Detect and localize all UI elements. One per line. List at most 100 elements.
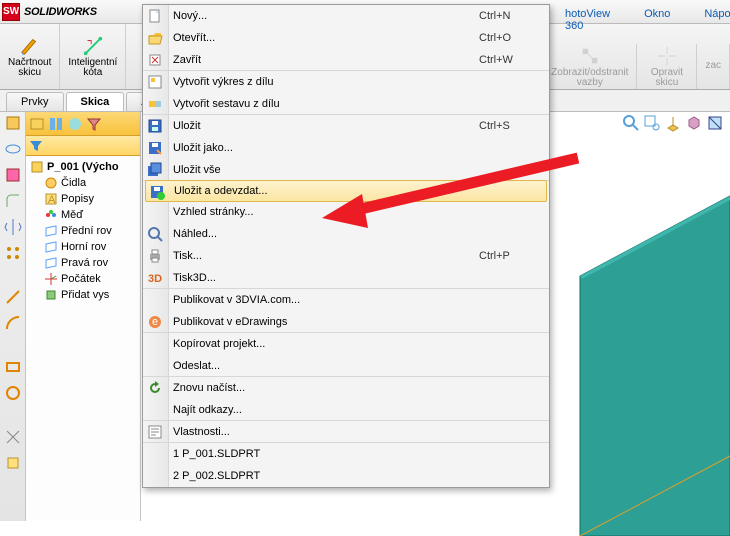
menu-item-label: Tisk3D... [173,272,549,284]
menu-item-ulo-it-a-odevzdat[interactable]: Uložit a odevzdat... [145,180,547,202]
tree-item-annotations[interactable]: A Popisy [28,191,139,207]
tab-sketch[interactable]: Skica [66,92,125,111]
menu-item-naj-t-odkazy[interactable]: Najít odkazy... [143,399,549,421]
zac-button[interactable]: zac [697,44,730,89]
dimension-icon [82,35,104,57]
menu-item-label: Uložit [173,120,479,132]
edraw-icon: e [147,314,163,330]
dimension-tool[interactable]: Inteligentní kóta [60,24,126,89]
menu-item-shortcut: Ctrl+W [479,54,549,66]
menu-item-label: Najít odkazy... [173,404,549,416]
new-icon [147,8,163,24]
menu-item-1-p-001-sldprt[interactable]: 1 P_001.SLDPRT [143,443,549,465]
origin-icon [44,272,58,286]
display-icon[interactable] [67,116,83,132]
print3d-icon: 3D [147,270,163,286]
fillet-icon[interactable] [4,192,22,210]
menu-help[interactable]: Nápověda [694,4,730,32]
config-icon[interactable] [48,116,64,132]
menu-item-publikovat-v-3dvia-com[interactable]: Publikovat v 3DVIA.com... [143,289,549,311]
menu-item-label: Publikovat v 3DVIA.com... [173,294,549,306]
tree-item-add[interactable]: Přidat vys [28,287,139,303]
arc-icon[interactable] [4,314,22,332]
menu-item-label: Odeslat... [173,360,549,372]
menu-item-label: Vytvořit výkres z dílu [173,76,549,88]
menu-item-n-hled[interactable]: Náhled... [143,223,549,245]
pattern-icon[interactable] [4,244,22,262]
tab-features[interactable]: Prvky [6,92,64,111]
tree-item-top-plane[interactable]: Horní rov [28,239,139,255]
tree-item-origin[interactable]: Počátek [28,271,139,287]
sensor-icon [44,176,58,190]
tree-item-material[interactable]: Měď [28,207,139,223]
rect-icon[interactable] [4,358,22,376]
annotation-icon: A [44,192,58,206]
menu-item-vzhled-str-nky[interactable]: Vzhled stránky... [143,201,549,223]
circle-icon[interactable] [4,384,22,402]
menu-item-vlastnosti[interactable]: Vlastnosti... [143,421,549,443]
line-icon[interactable] [4,288,22,306]
saveall-icon [147,162,163,178]
constraint-icon [579,45,601,67]
blank-icon [147,358,163,374]
menu-item-vytvo-it-sestavu-z-d-lu[interactable]: Vytvořit sestavu z dílu [143,93,549,115]
view-cube-icon[interactable] [685,114,703,132]
menu-item-label: Uložit a odevzdat... [174,185,546,197]
menu-item-label: Vlastnosti... [173,426,549,438]
menu-item-ulo-it[interactable]: UložitCtrl+S [143,115,549,137]
menu-item-tisk[interactable]: Tisk...Ctrl+P [143,245,549,267]
menu-item-kop-rovat-projekt[interactable]: Kopírovat projekt... [143,333,549,355]
section-icon[interactable] [706,114,724,132]
print-icon [147,248,163,264]
menu-item-label: Tisk... [173,250,479,262]
plane-icon [44,240,58,254]
menu-item-nov[interactable]: Nový...Ctrl+N [143,5,549,27]
tree-item-sensors[interactable]: Čidla [28,175,139,191]
tree-item-right-plane[interactable]: Pravá rov [28,255,139,271]
svg-text:A: A [48,194,56,206]
orientation-icon[interactable] [664,114,682,132]
zoom-area-icon[interactable] [643,114,661,132]
menu-item-label: Náhled... [173,228,549,240]
menu-item-label: Zavřít [173,54,479,66]
cut-icon[interactable] [4,166,22,184]
menu-item-label: Nový... [173,10,479,22]
menu-item-label: 1 P_001.SLDPRT [173,448,549,460]
blank-icon [147,468,163,484]
menu-item-ulo-it-v-e[interactable]: Uložit vše [143,159,549,181]
blank-icon [147,446,163,462]
plane-icon [44,224,58,238]
part-icon[interactable] [29,116,45,132]
repair-sketch-button[interactable]: Opravit skicu [637,44,697,89]
menu-window[interactable]: Okno [634,4,680,32]
extrude-feature-icon [44,288,58,302]
menu-item-ulo-it-jako[interactable]: Uložit jako... [143,137,549,159]
zoom-fit-icon[interactable] [622,114,640,132]
menu-item-2-p-002-sldprt[interactable]: 2 P_002.SLDPRT [143,465,549,487]
revolve-icon[interactable] [4,140,22,158]
menu-item-odeslat[interactable]: Odeslat... [143,355,549,377]
convert-icon[interactable] [4,454,22,472]
tree-root[interactable]: P_001 (Výcho [28,159,139,175]
trim-icon[interactable] [4,428,22,446]
menu-item-label: Uložit vše [173,164,549,176]
menu-item-vytvo-it-v-kres-z-d-lu[interactable]: Vytvořit výkres z dílu [143,71,549,93]
filter-funnel-icon[interactable] [86,116,102,132]
menu-photoview[interactable]: hotoView 360 [555,4,620,32]
tree-item-front-plane[interactable]: Přední rov [28,223,139,239]
blank-icon [147,204,163,220]
menu-item-label: Uložit jako... [173,142,549,154]
menu-item-tisk3d[interactable]: 3D Tisk3D... [143,267,549,289]
blank-icon [147,402,163,418]
menu-item-label: Vzhled stránky... [173,206,549,218]
menu-item-publikovat-v-edrawings[interactable]: ePublikovat v eDrawings [143,311,549,333]
app-title: SOLIDWORKS [24,6,97,18]
extrude-icon[interactable] [4,114,22,132]
show-constraints-button[interactable]: Zobrazit/odstranit vazby [543,44,637,89]
sketch-tool[interactable]: Načrtnout skicu [0,24,60,89]
menu-item-zav-t[interactable]: ZavřítCtrl+W [143,49,549,71]
mirror-icon[interactable] [4,218,22,236]
menu-item-znovu-na-st[interactable]: Znovu načíst... [143,377,549,399]
funnel-icon[interactable] [29,139,43,153]
menu-item-otev-t[interactable]: Otevřít...Ctrl+O [143,27,549,49]
